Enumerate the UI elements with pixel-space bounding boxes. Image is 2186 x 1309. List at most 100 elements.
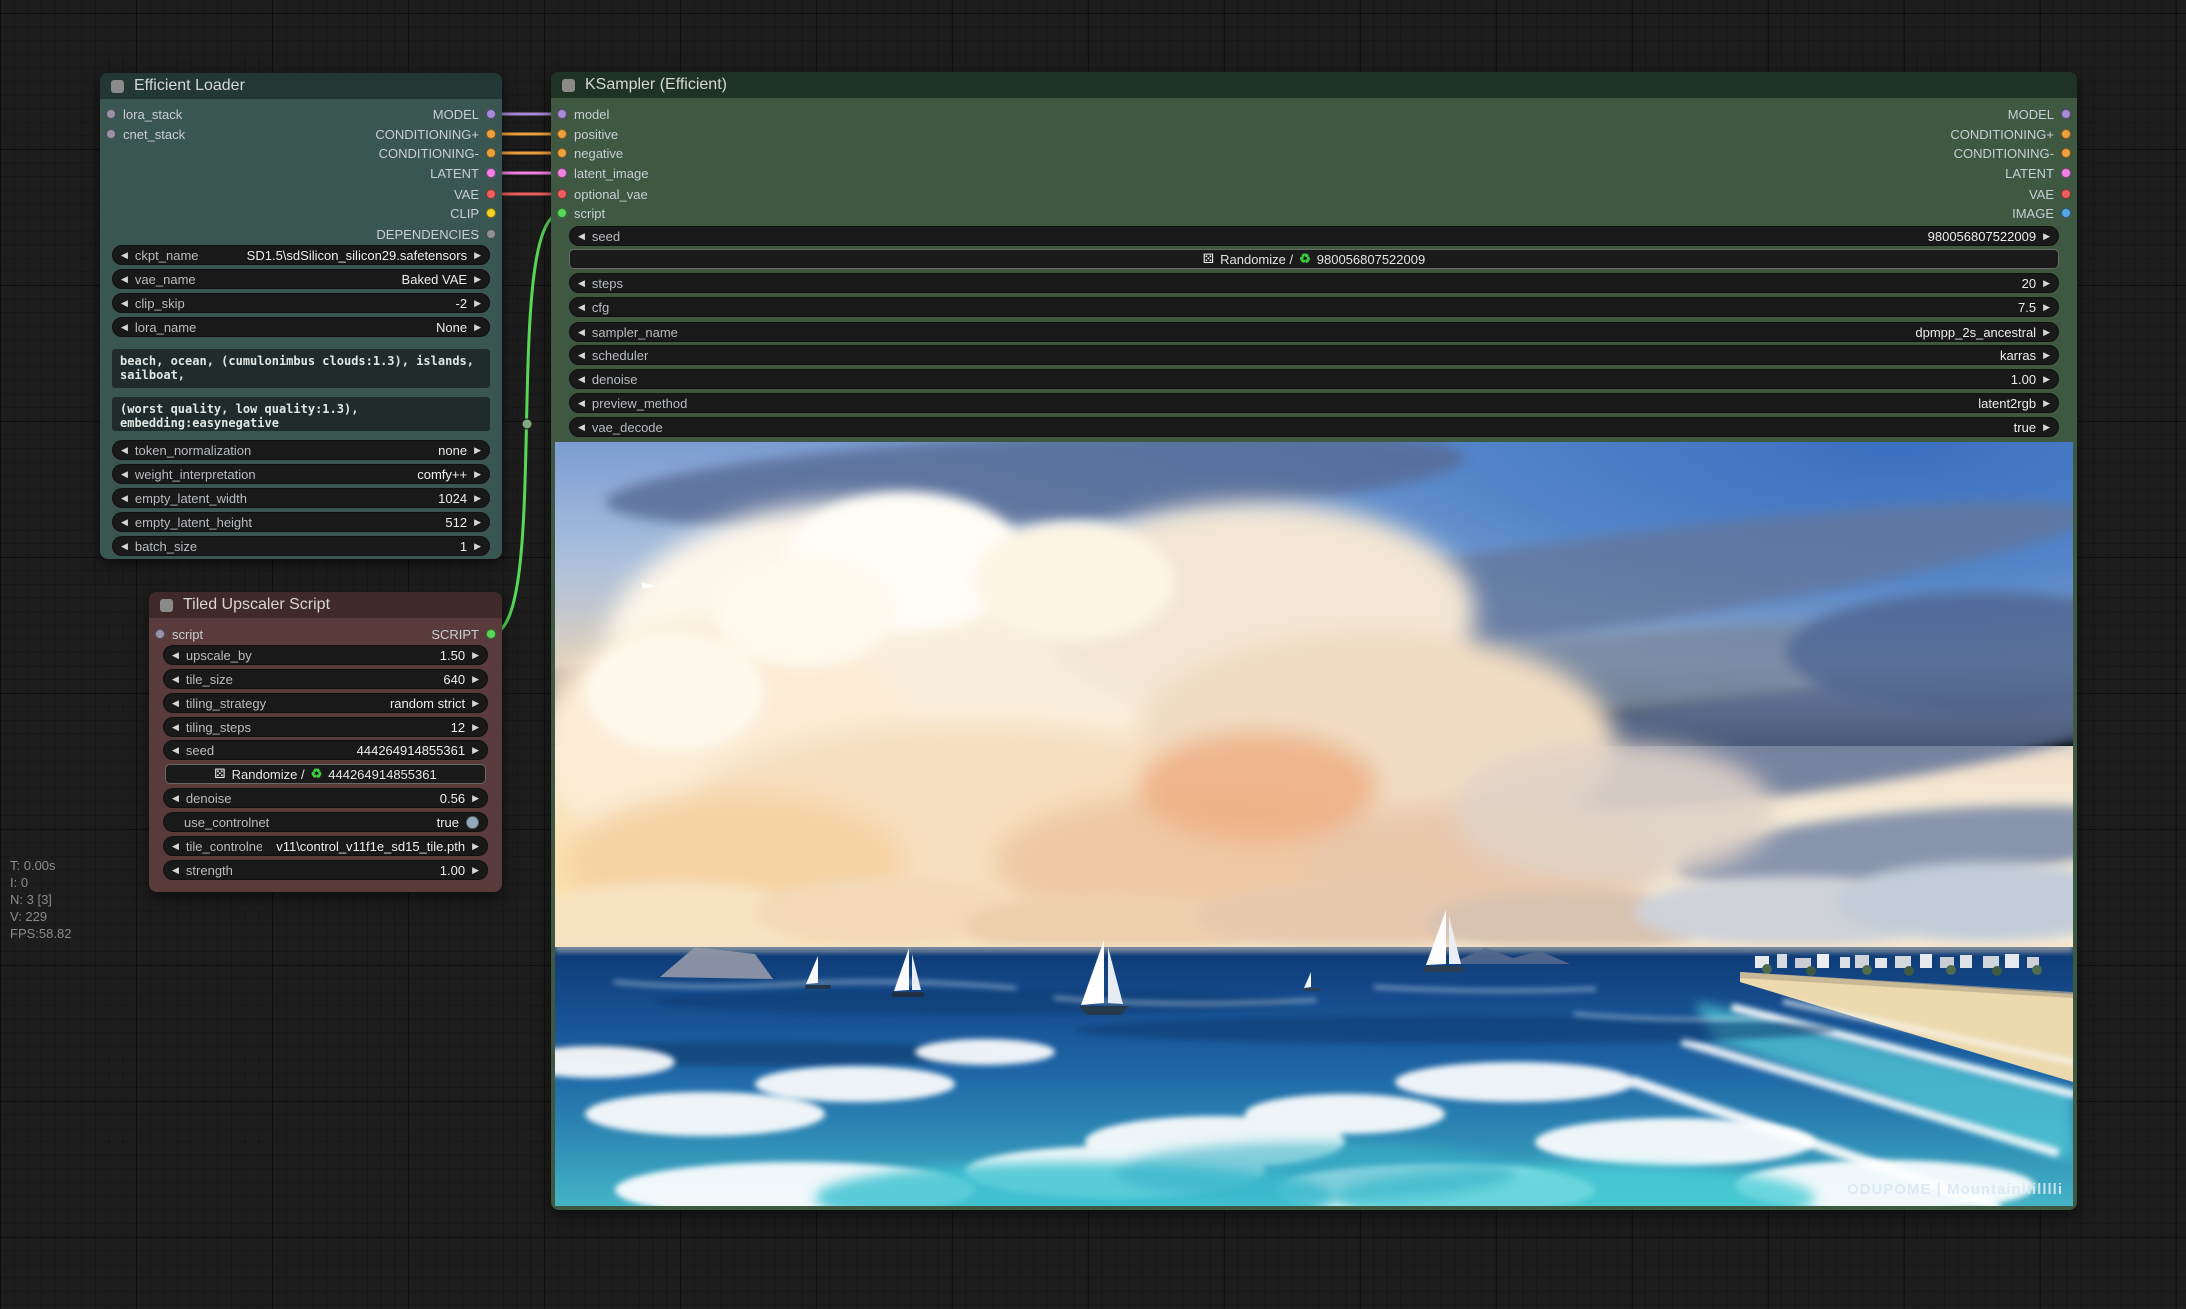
left-arrow-icon[interactable]: ◀ bbox=[578, 278, 585, 289]
randomize-seed-button[interactable]: ⚄Randomize /♻444264914855361 bbox=[165, 764, 486, 784]
port-dot-icon[interactable] bbox=[557, 148, 567, 158]
left-arrow-icon[interactable]: ◀ bbox=[578, 302, 585, 313]
port-dot-icon[interactable] bbox=[155, 629, 165, 639]
port-dot-icon[interactable] bbox=[2061, 148, 2071, 158]
right-arrow-icon[interactable]: ▶ bbox=[474, 541, 481, 552]
right-arrow-icon[interactable]: ▶ bbox=[2043, 350, 2050, 361]
output-slot-conditioning-minus[interactable]: CONDITIONING- bbox=[379, 145, 496, 161]
widget-denoise[interactable]: ◀denoise1.00▶ bbox=[569, 369, 2059, 389]
widget-scheduler[interactable]: ◀schedulerkarras▶ bbox=[569, 345, 2059, 365]
port-dot-icon[interactable] bbox=[486, 629, 496, 639]
output-slot-model[interactable]: MODEL bbox=[433, 106, 496, 122]
widget-weight-interpretation[interactable]: ◀weight_interpretationcomfy++▶ bbox=[112, 464, 490, 484]
left-arrow-icon[interactable]: ◀ bbox=[172, 793, 179, 804]
output-slot-latent[interactable]: LATENT bbox=[2005, 165, 2071, 181]
right-arrow-icon[interactable]: ▶ bbox=[472, 793, 479, 804]
widget-seed[interactable]: ◀seed444264914855361▶ bbox=[163, 740, 488, 760]
input-slot-latent-image[interactable]: latent_image bbox=[557, 165, 648, 181]
node-header[interactable]: Efficient Loader bbox=[100, 73, 502, 99]
right-arrow-icon[interactable]: ▶ bbox=[2043, 278, 2050, 289]
negative-prompt-textarea[interactable]: (worst quality, low quality:1.3), embedd… bbox=[112, 397, 490, 431]
widget-lora-name[interactable]: ◀lora_nameNone▶ bbox=[112, 317, 490, 337]
right-arrow-icon[interactable]: ▶ bbox=[474, 298, 481, 309]
output-slot-vae[interactable]: VAE bbox=[454, 186, 496, 202]
output-slot-conditioning-plus[interactable]: CONDITIONING+ bbox=[375, 126, 496, 142]
output-slot-conditioning-plus[interactable]: CONDITIONING+ bbox=[1950, 126, 2071, 142]
widget-token-normalization[interactable]: ◀token_normalizationnone▶ bbox=[112, 440, 490, 460]
right-arrow-icon[interactable]: ▶ bbox=[472, 865, 479, 876]
widget-tiling-steps[interactable]: ◀tiling_steps12▶ bbox=[163, 717, 488, 737]
port-dot-icon[interactable] bbox=[557, 129, 567, 139]
node-efficient-loader[interactable]: Efficient Loader lora_stack cnet_stack M… bbox=[100, 73, 502, 559]
right-arrow-icon[interactable]: ▶ bbox=[474, 250, 481, 261]
port-dot-icon[interactable] bbox=[557, 189, 567, 199]
output-slot-model[interactable]: MODEL bbox=[2008, 106, 2071, 122]
widget-empty-latent-height[interactable]: ◀empty_latent_height512▶ bbox=[112, 512, 490, 532]
right-arrow-icon[interactable]: ▶ bbox=[474, 322, 481, 333]
collapse-box-icon[interactable] bbox=[562, 79, 575, 92]
widget-preview-method[interactable]: ◀preview_methodlatent2rgb▶ bbox=[569, 393, 2059, 413]
port-dot-icon[interactable] bbox=[486, 229, 496, 239]
input-slot-cnet-stack[interactable]: cnet_stack bbox=[106, 126, 185, 142]
left-arrow-icon[interactable]: ◀ bbox=[578, 350, 585, 361]
node-ksampler-efficient[interactable]: KSampler (Efficient) model positive nega… bbox=[551, 72, 2077, 1210]
widget-clip-skip[interactable]: ◀clip_skip-2▶ bbox=[112, 293, 490, 313]
widget-steps[interactable]: ◀steps20▶ bbox=[569, 273, 2059, 293]
left-arrow-icon[interactable]: ◀ bbox=[172, 650, 179, 661]
port-dot-icon[interactable] bbox=[557, 208, 567, 218]
widget-ckpt-name[interactable]: ◀ckpt_nameSD1.5\sdSilicon_silicon29.safe… bbox=[112, 245, 490, 265]
widget-strength[interactable]: ◀strength1.00▶ bbox=[163, 860, 488, 880]
right-arrow-icon[interactable]: ▶ bbox=[2043, 327, 2050, 338]
output-slot-vae[interactable]: VAE bbox=[2029, 186, 2071, 202]
right-arrow-icon[interactable]: ▶ bbox=[472, 841, 479, 852]
right-arrow-icon[interactable]: ▶ bbox=[474, 274, 481, 285]
left-arrow-icon[interactable]: ◀ bbox=[172, 698, 179, 709]
left-arrow-icon[interactable]: ◀ bbox=[121, 274, 128, 285]
right-arrow-icon[interactable]: ▶ bbox=[2043, 231, 2050, 242]
right-arrow-icon[interactable]: ▶ bbox=[472, 650, 479, 661]
widget-empty-latent-width[interactable]: ◀empty_latent_width1024▶ bbox=[112, 488, 490, 508]
left-arrow-icon[interactable]: ◀ bbox=[172, 722, 179, 733]
collapse-box-icon[interactable] bbox=[160, 599, 173, 612]
port-dot-icon[interactable] bbox=[106, 109, 116, 119]
widget-sampler-name[interactable]: ◀sampler_namedpmpp_2s_ancestral▶ bbox=[569, 322, 2059, 342]
widget-vae-name[interactable]: ◀vae_nameBaked VAE▶ bbox=[112, 269, 490, 289]
right-arrow-icon[interactable]: ▶ bbox=[474, 493, 481, 504]
port-dot-icon[interactable] bbox=[2061, 168, 2071, 178]
left-arrow-icon[interactable]: ◀ bbox=[121, 250, 128, 261]
widget-cfg[interactable]: ◀cfg7.5▶ bbox=[569, 297, 2059, 317]
right-arrow-icon[interactable]: ▶ bbox=[472, 698, 479, 709]
node-tiled-upscaler-script[interactable]: Tiled Upscaler Script script SCRIPT ◀ups… bbox=[149, 592, 502, 892]
port-dot-icon[interactable] bbox=[557, 168, 567, 178]
widget-tile-size[interactable]: ◀tile_size640▶ bbox=[163, 669, 488, 689]
right-arrow-icon[interactable]: ▶ bbox=[472, 674, 479, 685]
left-arrow-icon[interactable]: ◀ bbox=[121, 517, 128, 528]
input-slot-model[interactable]: model bbox=[557, 106, 609, 122]
toggle-icon[interactable] bbox=[466, 816, 479, 829]
port-dot-icon[interactable] bbox=[486, 109, 496, 119]
right-arrow-icon[interactable]: ▶ bbox=[2043, 302, 2050, 313]
wire-midpoint-dot[interactable] bbox=[522, 419, 532, 429]
node-header[interactable]: KSampler (Efficient) bbox=[551, 72, 2077, 98]
port-dot-icon[interactable] bbox=[486, 208, 496, 218]
left-arrow-icon[interactable]: ◀ bbox=[121, 445, 128, 456]
input-slot-script[interactable]: script bbox=[557, 205, 605, 221]
left-arrow-icon[interactable]: ◀ bbox=[121, 298, 128, 309]
left-arrow-icon[interactable]: ◀ bbox=[172, 841, 179, 852]
left-arrow-icon[interactable]: ◀ bbox=[172, 674, 179, 685]
port-dot-icon[interactable] bbox=[486, 129, 496, 139]
output-slot-script[interactable]: SCRIPT bbox=[431, 626, 496, 642]
input-slot-negative[interactable]: negative bbox=[557, 145, 623, 161]
port-dot-icon[interactable] bbox=[2061, 109, 2071, 119]
right-arrow-icon[interactable]: ▶ bbox=[474, 469, 481, 480]
widget-denoise[interactable]: ◀denoise0.56▶ bbox=[163, 788, 488, 808]
output-slot-image[interactable]: IMAGE bbox=[2012, 205, 2071, 221]
collapse-box-icon[interactable] bbox=[111, 80, 124, 93]
input-slot-script[interactable]: script bbox=[155, 626, 203, 642]
widget-seed[interactable]: ◀seed980056807522009▶ bbox=[569, 226, 2059, 246]
left-arrow-icon[interactable]: ◀ bbox=[172, 865, 179, 876]
left-arrow-icon[interactable]: ◀ bbox=[578, 327, 585, 338]
left-arrow-icon[interactable]: ◀ bbox=[578, 374, 585, 385]
right-arrow-icon[interactable]: ▶ bbox=[2043, 398, 2050, 409]
input-slot-optional-vae[interactable]: optional_vae bbox=[557, 186, 648, 202]
